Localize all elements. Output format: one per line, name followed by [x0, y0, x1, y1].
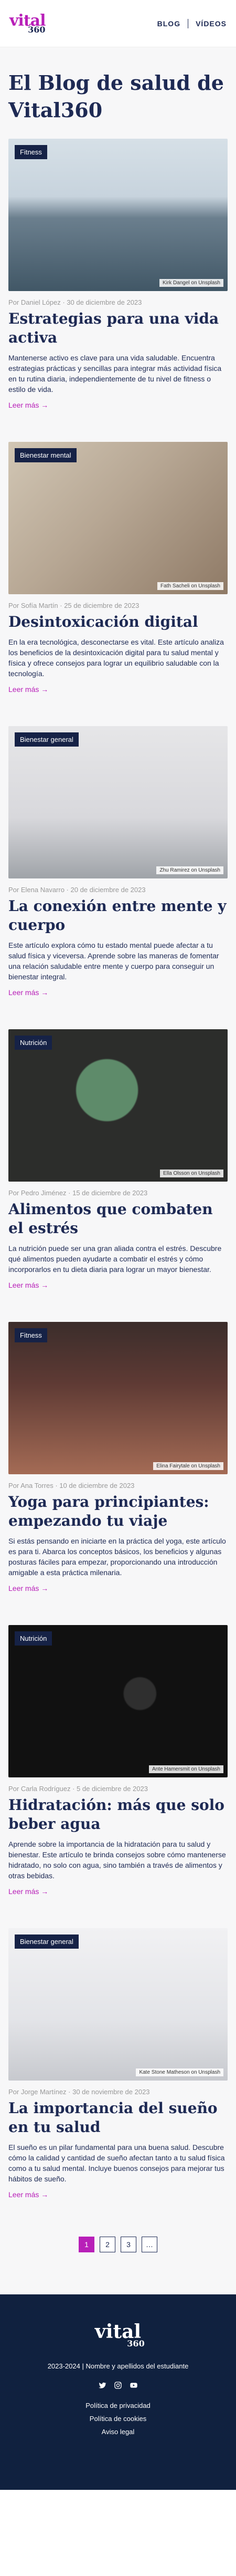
post-title[interactable]: Desintoxicación digital: [8, 613, 228, 632]
post-excerpt: Este artículo explora cómo tu estado men…: [8, 941, 219, 981]
post-title[interactable]: Yoga para principiantes: empezando tu vi…: [8, 1493, 228, 1530]
post-excerpt: Aprende sobre la importancia de la hidra…: [8, 1840, 226, 1880]
page-1[interactable]: 1: [79, 2237, 94, 2252]
read-more-link[interactable]: Leer más →: [8, 685, 48, 694]
photo-credit: Ella Olsson on Unsplash: [160, 1170, 223, 1177]
instagram-icon[interactable]: [113, 2381, 123, 2390]
privacy-link[interactable]: Política de privacidad: [8, 2402, 228, 2409]
post-card: Fitness Elina Fairytale on Unsplash Por …: [8, 1322, 228, 1594]
post-meta: Por Elena Navarro · 20 de diciembre de 2…: [8, 886, 146, 894]
footer-copyright: 2023-2024 | Nombre y apellidos del estud…: [47, 2362, 189, 2370]
footer-links: Política de privacidad Política de cooki…: [8, 2402, 228, 2436]
read-more-link[interactable]: Leer más →: [8, 1584, 48, 1592]
brand-logo[interactable]: vital 360: [9, 13, 46, 34]
youtube-icon[interactable]: [129, 2381, 138, 2390]
post-meta: Por Sofía Martín · 25 de diciembre de 20…: [8, 602, 140, 609]
post-excerpt: La nutrición puede ser una gran aliada c…: [8, 1244, 222, 1274]
post-title[interactable]: La conexión entre mente y cuerpo: [8, 897, 228, 935]
cookies-link[interactable]: Política de cookies: [8, 2415, 228, 2423]
photo-credit: Kirk Dangel on Unsplash: [159, 279, 223, 287]
category-badge[interactable]: Bienestar mental: [15, 448, 77, 462]
page-2[interactable]: 2: [100, 2237, 115, 2252]
post-image[interactable]: Nutrición Ella Olsson on Unsplash: [8, 1029, 228, 1182]
photo-credit: Elina Fairytale on Unsplash: [153, 1462, 223, 1470]
photo-credit: Zhu Ramirez on Unsplash: [156, 866, 223, 874]
post-card: Bienestar general Zhu Ramirez on Unsplas…: [8, 726, 228, 998]
photo-credit: Fath Sacheli on Unsplash: [157, 582, 223, 590]
post-image[interactable]: Bienestar mental Fath Sacheli on Unsplas…: [8, 442, 228, 594]
page-more[interactable]: …: [142, 2237, 157, 2252]
main-nav: BLOG VÍDEOS: [157, 18, 227, 28]
post-image[interactable]: Nutrición Ante Hamersmit on Unsplash: [8, 1625, 228, 1777]
post-image[interactable]: Fitness Elina Fairytale on Unsplash: [8, 1322, 228, 1474]
category-badge[interactable]: Nutrición: [15, 1631, 52, 1646]
post-card: Nutrición Ante Hamersmit on Unsplash Por…: [8, 1625, 228, 1897]
category-badge[interactable]: Fitness: [15, 145, 47, 159]
read-more-link[interactable]: Leer más →: [8, 2190, 48, 2199]
category-badge[interactable]: Bienestar general: [15, 1934, 79, 1949]
post-image[interactable]: Fitness Kirk Dangel on Unsplash: [8, 139, 228, 291]
category-badge[interactable]: Fitness: [15, 1328, 47, 1342]
read-more-link[interactable]: Leer más →: [8, 988, 48, 997]
post-meta: Por Carla Rodríguez · 5 de diciembre de …: [8, 1785, 148, 1793]
read-more-link[interactable]: Leer más →: [8, 1887, 48, 1896]
footer-logo-sub: 360: [127, 2339, 145, 2349]
post-card: Fitness Kirk Dangel on Unsplash Por Dani…: [8, 139, 228, 410]
nav-blog[interactable]: BLOG: [157, 19, 180, 28]
site-footer: vital 360 2023-2024 | Nombre y apellidos…: [0, 2294, 236, 2490]
photo-credit: Kate Stone Matheson on Unsplash: [136, 2068, 223, 2076]
post-meta: Por Pedro Jiménez · 15 de diciembre de 2…: [8, 1189, 148, 1197]
posts-list: Fitness Kirk Dangel on Unsplash Por Dani…: [0, 139, 236, 2294]
page-title: El Blog de salud de Vital360: [0, 47, 236, 139]
read-more-link[interactable]: Leer más →: [8, 401, 48, 409]
post-image[interactable]: Bienestar general Kate Stone Matheson on…: [8, 1928, 228, 2081]
post-excerpt: En la era tecnológica, desconectarse es …: [8, 638, 224, 678]
twitter-icon[interactable]: [98, 2381, 107, 2390]
social-links: [8, 2381, 228, 2390]
post-image[interactable]: Bienestar general Zhu Ramirez on Unsplas…: [8, 726, 228, 878]
legal-link[interactable]: Aviso legal: [8, 2428, 228, 2436]
post-card: Bienestar general Kate Stone Matheson on…: [8, 1928, 228, 2200]
post-card: Nutrición Ella Olsson on Unsplash Por Pe…: [8, 1029, 228, 1290]
photo-credit: Ante Hamersmit on Unsplash: [148, 1765, 223, 1773]
post-meta: Por Daniel López · 30 de diciembre de 20…: [8, 298, 142, 306]
category-badge[interactable]: Nutrición: [15, 1036, 52, 1050]
post-excerpt: Mantenerse activo es clave para una vida…: [8, 354, 222, 394]
post-excerpt: El sueño es un pilar fundamental para un…: [8, 2143, 225, 2183]
post-title[interactable]: Hidratación: más que solo beber agua: [8, 1796, 228, 1834]
page-3[interactable]: 3: [121, 2237, 136, 2252]
read-more-link[interactable]: Leer más →: [8, 1281, 48, 1289]
site-header: vital 360 BLOG VÍDEOS: [0, 0, 236, 47]
post-meta: Por Ana Torres · 10 de diciembre de 2023: [8, 1482, 135, 1489]
post-card: Bienestar mental Fath Sacheli on Unsplas…: [8, 442, 228, 695]
post-meta: Por Jorge Martínez · 30 de noviembre de …: [8, 2088, 150, 2096]
logo-sub: 360: [28, 24, 46, 35]
pagination: 1 2 3 …: [8, 2231, 228, 2273]
post-title[interactable]: Alimentos que combaten el estrés: [8, 1200, 228, 1238]
category-badge[interactable]: Bienestar general: [15, 732, 79, 747]
nav-videos[interactable]: VÍDEOS: [196, 19, 227, 28]
post-title[interactable]: Estrategias para una vida activa: [8, 309, 228, 347]
post-title[interactable]: La importancia del sueño en tu salud: [8, 2099, 228, 2137]
post-excerpt: Si estás pensando en iniciarte en la prá…: [8, 1537, 226, 1577]
